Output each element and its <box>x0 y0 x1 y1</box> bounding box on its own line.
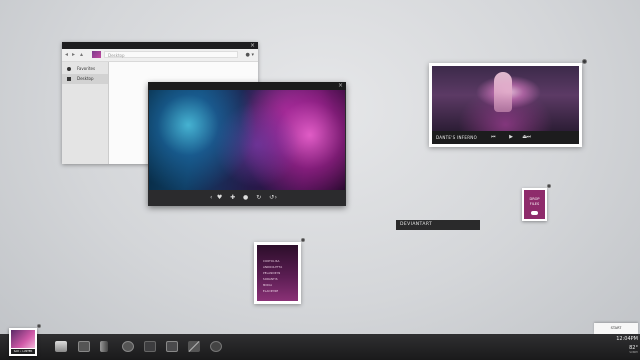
image-actions[interactable]: ♥ ✚ ● ↻ ↺ <box>217 190 277 206</box>
image-viewer-controls: ‹ ♥ ✚ ● ↻ ↺ › <box>148 190 346 206</box>
launcher-item[interactable]: ELADRYNE <box>263 290 278 293</box>
drop-files-line2: FILES <box>529 202 540 206</box>
drop-files-label: DROP FILES <box>524 197 545 207</box>
weather-condition: SUNNY <box>629 351 638 354</box>
back-icon[interactable]: ◂ <box>65 51 68 59</box>
file-manager-sidebar: Favorites Desktop <box>62 62 109 164</box>
launcher-item[interactable]: PELANDRYN <box>263 272 280 275</box>
calculator-icon[interactable] <box>166 341 178 352</box>
user-name: SAD • LUSTER <box>11 349 35 354</box>
sidebar-item-label: Favorites <box>77 66 96 71</box>
power-icon[interactable] <box>210 341 222 352</box>
file-manager-toolbar: ◂ ▸ ▴ Desktop ● ▾ <box>62 49 258 62</box>
launcher-item[interactable]: ANDROLETTA <box>263 266 282 269</box>
close-icon[interactable] <box>37 324 41 328</box>
refresh-icon[interactable] <box>122 341 134 352</box>
launcher-item[interactable]: MIRKA <box>263 284 272 287</box>
path-bar[interactable]: Desktop <box>104 51 238 58</box>
close-icon[interactable] <box>301 238 305 242</box>
previous-icon[interactable]: ‹ <box>210 190 215 206</box>
music-player-bar: DANTE'S INFERNO ⏮ ▶ ⏭ ⏏ <box>432 131 579 144</box>
book-icon[interactable] <box>100 341 108 352</box>
file-manager-titlebar[interactable]: × <box>62 42 258 49</box>
deviantart-link[interactable]: DEVIANTART <box>396 220 480 230</box>
taskbar <box>0 334 640 360</box>
track-title: DANTE'S INFERNO <box>436 135 478 140</box>
grid-icon[interactable] <box>78 341 90 352</box>
cloud-icon <box>531 211 538 215</box>
close-icon[interactable] <box>582 59 587 64</box>
sidebar-item-desktop[interactable]: Desktop <box>62 74 108 84</box>
image-viewer-titlebar[interactable]: × <box>148 82 346 90</box>
sidebar-item-favorites[interactable]: Favorites <box>62 64 108 74</box>
playback-controls[interactable]: ⏮ ▶ ⏭ <box>491 131 537 144</box>
image-viewer-window[interactable]: × ‹ ♥ ✚ ● ↻ ↺ › <box>148 82 346 206</box>
heart-icon <box>67 67 71 71</box>
drop-files-widget[interactable]: DROP FILES <box>522 188 547 221</box>
terminal-icon[interactable] <box>144 341 156 352</box>
album-art <box>432 66 579 131</box>
music-player-widget[interactable]: DANTE'S INFERNO ⏮ ▶ ⏭ ⏏ <box>429 63 582 147</box>
launcher-item[interactable]: SORANTIS <box>263 278 278 281</box>
album-art-figure <box>494 72 512 112</box>
galaxy-image <box>149 90 345 190</box>
eject-icon[interactable]: ⏏ <box>522 131 527 144</box>
avatar-image <box>11 330 35 348</box>
pen-icon[interactable] <box>188 341 200 352</box>
clock-widget: 12:04PM 82° SUNNY <box>612 336 638 354</box>
drop-files-panel: DROP FILES <box>524 190 545 219</box>
folder-icon <box>92 51 101 58</box>
close-icon[interactable]: × <box>338 82 343 90</box>
sidebar-item-label: Desktop <box>77 76 94 81</box>
launcher-panel: CORTOLISA ANDROLETTA PELANDRYN SORANTIS … <box>257 245 298 301</box>
clock-time: 12:04PM <box>616 336 638 342</box>
desktop-icon <box>67 77 71 81</box>
window-icon[interactable] <box>55 341 67 352</box>
launcher-item[interactable]: CORTOLISA <box>263 260 280 263</box>
close-icon[interactable] <box>547 184 551 188</box>
launcher-widget: CORTOLISA ANDROLETTA PELANDRYN SORANTIS … <box>254 242 301 304</box>
start-button[interactable]: START <box>594 323 638 334</box>
forward-icon[interactable]: ▸ <box>72 51 75 59</box>
user-avatar[interactable]: SAD • LUSTER <box>9 328 37 356</box>
settings-icon[interactable]: ● ▾ <box>246 51 254 59</box>
up-icon[interactable]: ▴ <box>80 51 83 59</box>
close-icon[interactable]: × <box>250 42 255 49</box>
next-icon[interactable]: › <box>275 190 280 206</box>
